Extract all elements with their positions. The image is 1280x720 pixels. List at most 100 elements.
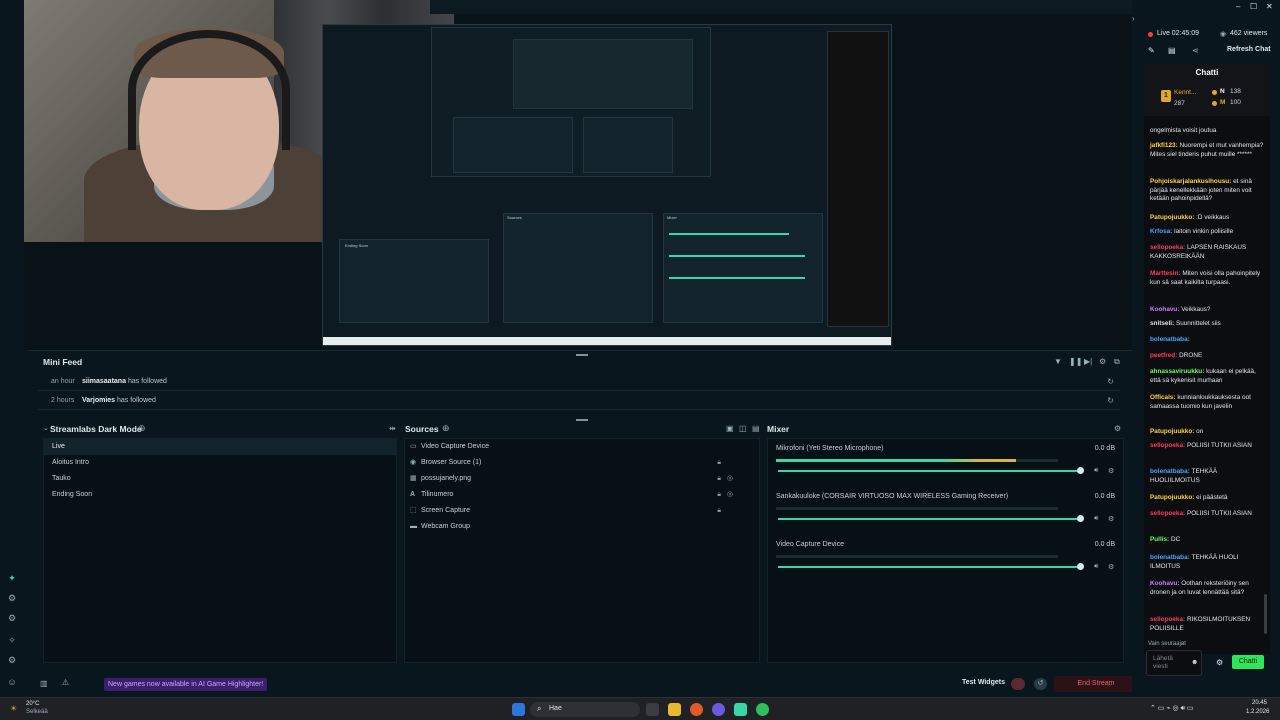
- chat-username[interactable]: sellopoeka:: [1150, 442, 1187, 449]
- weather-temp[interactable]: 20°C: [26, 701, 39, 707]
- spotify-icon[interactable]: [756, 703, 769, 716]
- test-widgets-button[interactable]: Test Widgets: [962, 679, 1005, 686]
- fader-knob[interactable]: [1077, 467, 1084, 474]
- chat-username[interactable]: Pullis:: [1150, 536, 1171, 543]
- source-item[interactable]: ▦ possujanely.png 🔒︎ ◎: [405, 471, 759, 487]
- maximize-icon[interactable]: ☐: [1250, 2, 1257, 11]
- skip-icon[interactable]: ▶|: [1084, 357, 1092, 366]
- chat-username[interactable]: Patupojuukko:: [1150, 214, 1196, 221]
- spark-icon[interactable]: ✧: [6, 634, 18, 646]
- tray-icons[interactable]: ⌃ ▭ ⌁ ◎ 🔊︎ ▭: [1150, 704, 1194, 713]
- speaker-icon[interactable]: 🔊︎: [1094, 467, 1098, 475]
- notification-banner[interactable]: New games now available in AI Game Highl…: [104, 678, 268, 691]
- popout-icon[interactable]: ⧉: [1114, 357, 1120, 367]
- chat-username[interactable]: Koohavu:: [1150, 580, 1181, 587]
- eye-off-icon[interactable]: ◎: [727, 471, 733, 487]
- chat-username[interactable]: sellopoeka:: [1150, 616, 1187, 623]
- source-item[interactable]: ▭ Video Capture Device: [405, 439, 759, 455]
- record-icon[interactable]: [1011, 678, 1025, 690]
- weather-desc[interactable]: Selkeää: [26, 709, 48, 715]
- channel-settings-icon[interactable]: ⚙: [1108, 515, 1114, 523]
- replay-buffer-icon[interactable]: ↺: [1034, 678, 1047, 690]
- source-group-icon[interactable]: ◫: [739, 424, 747, 433]
- lock-icon[interactable]: 🔒︎: [717, 471, 721, 487]
- source-folder-icon[interactable]: ▣: [726, 424, 734, 433]
- pause-icon[interactable]: ❚❚: [1069, 357, 1082, 366]
- minimize-icon[interactable]: –: [1236, 2, 1240, 11]
- edit-icon[interactable]: ✎: [1148, 46, 1155, 55]
- game-highlight-icon[interactable]: ✦: [6, 572, 18, 584]
- stats-icon[interactable]: ▥: [40, 679, 48, 688]
- feed-user[interactable]: Varjomies: [82, 397, 115, 404]
- lock-icon[interactable]: 🔒︎: [717, 455, 721, 471]
- chat-username[interactable]: Patupojuukko:: [1150, 494, 1196, 501]
- chat-username[interactable]: snitseli:: [1150, 320, 1176, 327]
- speaker-icon[interactable]: 🔊︎: [1094, 515, 1098, 523]
- chat-username[interactable]: Marttesin:: [1150, 270, 1182, 277]
- collapse-icon[interactable]: ⌄: [43, 424, 49, 432]
- task-view-icon[interactable]: [646, 703, 659, 716]
- taskbar-search[interactable]: ⌕ Hae: [530, 702, 640, 717]
- streamlabs-icon[interactable]: [734, 703, 747, 716]
- profile-icon[interactable]: ☺: [6, 676, 18, 688]
- chat-username[interactable]: Krfosa:: [1150, 228, 1174, 235]
- chat-username[interactable]: sellopoeka:: [1150, 510, 1187, 517]
- clock-time[interactable]: 20.45: [1252, 700, 1267, 706]
- chat-username[interactable]: bolenatbaba:: [1150, 554, 1192, 561]
- source-item[interactable]: ⬚ Screen Capture 🔒︎: [405, 503, 759, 519]
- volume-fader[interactable]: [778, 566, 1080, 568]
- refresh-chat-button[interactable]: Refresh Chat: [1227, 46, 1271, 53]
- chat-username[interactable]: jafkfi123:: [1150, 142, 1179, 149]
- mixer-settings-icon[interactable]: ⚙: [1114, 424, 1121, 433]
- speaker-icon[interactable]: 🔊︎: [1094, 563, 1098, 571]
- scene-item[interactable]: Aloitus Intro: [44, 455, 396, 471]
- settings-icon[interactable]: ⚙: [1099, 357, 1106, 366]
- eye-off-icon[interactable]: ◎: [727, 487, 733, 503]
- fader-knob[interactable]: [1077, 563, 1084, 570]
- chat-username[interactable]: peetfred:: [1150, 352, 1179, 359]
- filter-icon[interactable]: ▼: [1054, 357, 1062, 366]
- share-icon[interactable]: ⋖: [1192, 46, 1199, 55]
- replay-icon[interactable]: ↻: [1107, 396, 1114, 405]
- end-stream-button[interactable]: End Stream: [1054, 676, 1138, 692]
- chat-settings-icon[interactable]: ⚙: [1216, 658, 1223, 667]
- feed-user[interactable]: siimasaatana: [82, 378, 126, 385]
- weather-icon[interactable]: ☀: [10, 704, 17, 713]
- chat-username[interactable]: bolenatbaba:: [1150, 468, 1192, 475]
- expand-icon[interactable]: ›: [1132, 14, 1135, 23]
- explorer-icon[interactable]: [668, 703, 681, 716]
- source-item[interactable]: ◉ Browser Source (1) 🔒︎: [405, 455, 759, 471]
- clock-date[interactable]: 1.2.2026: [1246, 709, 1269, 715]
- emote-icon[interactable]: ☻: [1191, 659, 1198, 666]
- volume-fader[interactable]: [778, 518, 1080, 520]
- chat-username[interactable]: ahnassaviruukku:: [1150, 368, 1206, 375]
- source-item[interactable]: ▬ Webcam Group: [405, 519, 759, 535]
- scene-item[interactable]: Ending Soon: [44, 487, 396, 503]
- chat-username[interactable]: Officals:: [1150, 394, 1177, 401]
- apps-icon[interactable]: ⚙: [6, 612, 18, 624]
- source-item[interactable]: A Tilinumero 🔒︎ ◎: [405, 487, 759, 503]
- chat-username[interactable]: Patupojuukko:: [1150, 428, 1196, 435]
- settings-icon[interactable]: ⚙: [6, 654, 18, 666]
- chat-username[interactable]: Koohavu:: [1150, 306, 1181, 313]
- send-chat-button[interactable]: Chatti: [1232, 655, 1264, 669]
- scene-transition-icon[interactable]: ⇹: [389, 424, 396, 433]
- chat-input[interactable]: Lähetä viesti ☻: [1146, 650, 1202, 676]
- clipboard-icon[interactable]: ▤: [1168, 46, 1176, 55]
- close-icon[interactable]: ✕: [1266, 2, 1273, 11]
- chat-username[interactable]: Pohjoiskarjalankusihousu:: [1150, 178, 1233, 185]
- discord-icon[interactable]: [712, 703, 725, 716]
- channel-settings-icon[interactable]: ⚙: [1108, 563, 1114, 571]
- add-scene-icon[interactable]: ⊕: [138, 423, 146, 434]
- firefox-icon[interactable]: [690, 703, 703, 716]
- fader-knob[interactable]: [1077, 515, 1084, 522]
- chat-username[interactable]: sellopoeka:: [1150, 244, 1187, 251]
- alert-icon[interactable]: ⚠: [62, 678, 69, 687]
- lock-icon[interactable]: 🔒︎: [717, 487, 721, 503]
- tools-icon[interactable]: ⚙: [6, 592, 18, 604]
- chat-username[interactable]: bolenatbaba:: [1150, 336, 1190, 343]
- scene-item[interactable]: Tauko: [44, 471, 396, 487]
- add-source-icon[interactable]: ⊕: [442, 423, 450, 434]
- start-icon[interactable]: [512, 703, 525, 716]
- channel-settings-icon[interactable]: ⚙: [1108, 467, 1114, 475]
